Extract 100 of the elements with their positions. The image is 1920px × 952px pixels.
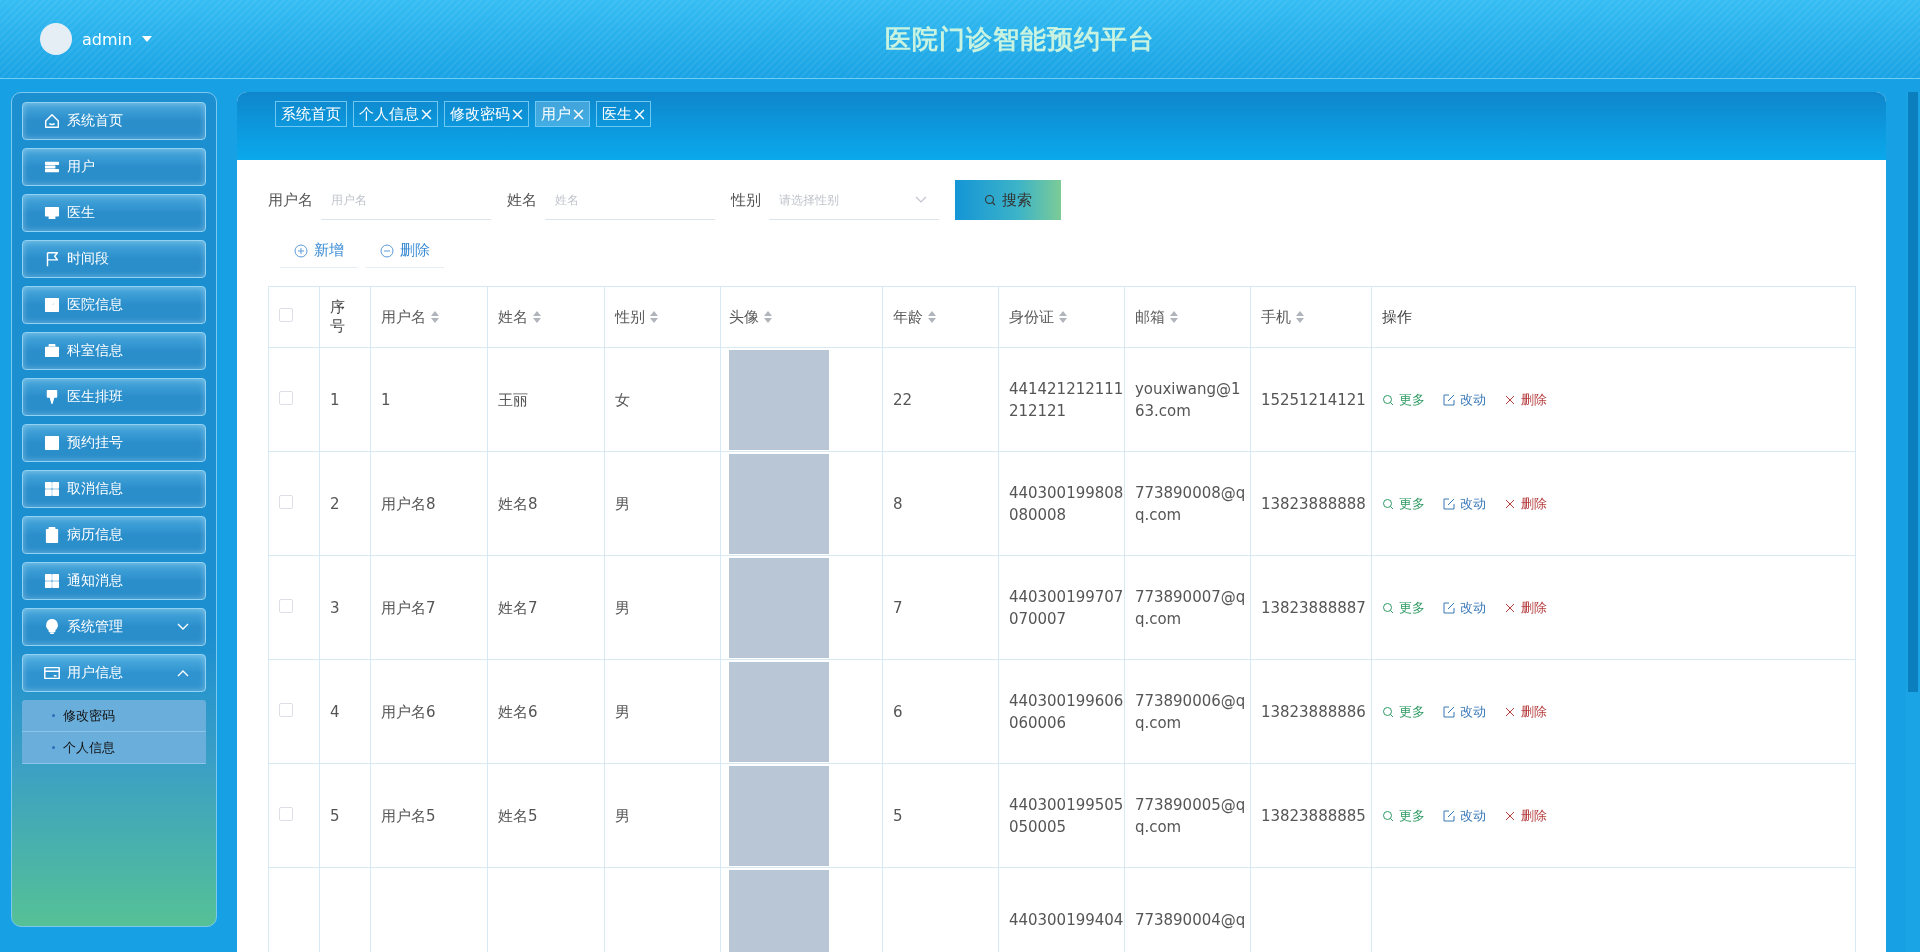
tab[interactable]: 系统首页 <box>274 101 347 127</box>
close-icon <box>1503 809 1516 822</box>
table-cell: 4 <box>329 702 340 721</box>
grid-icon <box>43 572 61 590</box>
column-header[interactable]: 身份证 <box>1008 307 1054 327</box>
user-avatar[interactable] <box>40 23 72 55</box>
sidebar-item[interactable]: 系统首页 <box>22 102 206 140</box>
sort-icon[interactable] <box>649 311 658 323</box>
table-cell: 13823888886 <box>1260 702 1366 721</box>
close-icon[interactable] <box>572 108 584 120</box>
table-cell: 姓名5 <box>497 806 538 825</box>
row-action-link[interactable]: 更多 <box>1381 806 1425 825</box>
sidebar-item[interactable]: 取消信息 <box>22 470 206 508</box>
caret-icon[interactable] <box>142 36 153 42</box>
table-cell: 男 <box>614 494 630 513</box>
row-action-link[interactable]: 改动 <box>1442 702 1486 721</box>
sidebar-item[interactable]: 系统管理 <box>22 608 206 646</box>
sidebar-item[interactable]: 用户信息 <box>22 654 206 692</box>
search-icon <box>1381 497 1394 510</box>
column-header[interactable]: 用户名 <box>380 307 426 327</box>
table-cell: 15251214121 <box>1260 390 1366 409</box>
column-header[interactable]: 年龄 <box>892 307 923 327</box>
table-cell: 440300199707070007 <box>1008 587 1124 628</box>
grid-icon <box>43 480 61 498</box>
sort-icon[interactable] <box>1169 311 1178 323</box>
column-header: 序号 <box>329 298 346 336</box>
select-all-checkbox[interactable] <box>278 308 293 322</box>
column-header[interactable]: 姓名 <box>497 307 528 327</box>
sort-icon[interactable] <box>532 311 541 323</box>
row-checkbox[interactable] <box>278 702 293 717</box>
row-checkbox[interactable] <box>278 598 293 613</box>
close-icon <box>1503 601 1516 614</box>
row-action-link[interactable]: 删除 <box>1503 806 1547 825</box>
briefcase-icon <box>43 342 61 360</box>
column-header[interactable]: 手机 <box>1260 307 1291 327</box>
table-cell: 姓名7 <box>497 598 538 617</box>
sidebar-item[interactable]: 医生 <box>22 194 206 232</box>
tab[interactable]: 医生 <box>595 101 651 127</box>
edit-icon <box>1442 601 1455 614</box>
row-action-link[interactable]: 删除 <box>1503 390 1547 409</box>
chevron-down-icon <box>914 196 927 204</box>
row-action-link[interactable]: 更多 <box>1381 702 1425 721</box>
table-cell: 用户名7 <box>380 598 436 617</box>
table-cell: 姓名8 <box>497 494 538 513</box>
tab[interactable]: 修改密码 <box>443 101 529 127</box>
edit-icon <box>1442 497 1455 510</box>
table-cell: 440300199404 <box>1008 910 1124 929</box>
submenu-item[interactable]: 个人信息 <box>22 732 206 764</box>
search-button[interactable]: 搜索 <box>954 180 1061 220</box>
row-action-link[interactable]: 改动 <box>1442 598 1486 617</box>
sort-icon[interactable] <box>1295 311 1304 323</box>
home-icon <box>43 112 61 130</box>
sidebar-item[interactable]: 时间段 <box>22 240 206 278</box>
sort-icon[interactable] <box>1058 311 1067 323</box>
sidebar-item[interactable]: 医生排班 <box>22 378 206 416</box>
app-title: 医院门诊智能预约平台 <box>884 22 1155 56</box>
gender-select[interactable]: 请选择性别 <box>768 180 939 220</box>
row-checkbox[interactable] <box>278 390 293 405</box>
chevron-down-icon <box>177 623 189 631</box>
field-label: 用户名 <box>267 190 313 210</box>
sidebar-item[interactable]: 通知消息 <box>22 562 206 600</box>
row-action-link[interactable]: 删除 <box>1503 598 1547 617</box>
row-checkbox[interactable] <box>278 494 293 509</box>
sort-icon[interactable] <box>763 311 772 323</box>
row-action-link[interactable]: 更多 <box>1381 390 1425 409</box>
row-action-link[interactable]: 删除 <box>1503 494 1547 513</box>
row-action-link[interactable]: 改动 <box>1442 806 1486 825</box>
submenu-item[interactable]: 修改密码 <box>22 700 206 732</box>
table-cell: 22 <box>892 390 912 409</box>
table-cell: 773890007@qq.com <box>1134 587 1246 628</box>
sidebar-item[interactable]: 用户 <box>22 148 206 186</box>
sidebar-item[interactable]: 医院信息 <box>22 286 206 324</box>
table-cell: 男 <box>614 702 630 721</box>
close-icon[interactable] <box>511 108 523 120</box>
monitor-icon <box>43 204 61 222</box>
sidebar-item[interactable]: 科室信息 <box>22 332 206 370</box>
column-header[interactable]: 头像 <box>728 307 759 327</box>
row-action-link[interactable]: 改动 <box>1442 390 1486 409</box>
table-cell: 6 <box>892 702 903 721</box>
close-icon[interactable] <box>633 108 645 120</box>
tab[interactable]: 用户 <box>534 101 590 127</box>
table-cell: 王丽 <box>497 390 528 409</box>
sort-icon[interactable] <box>927 311 936 323</box>
row-action-link[interactable]: 改动 <box>1442 494 1486 513</box>
sidebar-item[interactable]: 预约挂号 <box>22 424 206 462</box>
column-header[interactable]: 邮箱 <box>1134 307 1165 327</box>
username-dropdown[interactable]: admin <box>82 29 133 49</box>
close-icon[interactable] <box>420 108 432 120</box>
row-action-link[interactable]: 更多 <box>1381 598 1425 617</box>
sidebar-item[interactable]: 病历信息 <box>22 516 206 554</box>
input-field[interactable]: 用户名 <box>320 180 491 220</box>
column-header[interactable]: 性别 <box>614 307 645 327</box>
row-checkbox[interactable] <box>278 806 293 821</box>
input-field[interactable]: 姓名 <box>544 180 715 220</box>
row-action-link[interactable]: 更多 <box>1381 494 1425 513</box>
sort-icon[interactable] <box>430 311 439 323</box>
tab[interactable]: 个人信息 <box>352 101 438 127</box>
minus-circle-icon <box>379 243 394 258</box>
row-action-link[interactable]: 删除 <box>1503 702 1547 721</box>
column-header: 操作 <box>1381 307 1412 327</box>
